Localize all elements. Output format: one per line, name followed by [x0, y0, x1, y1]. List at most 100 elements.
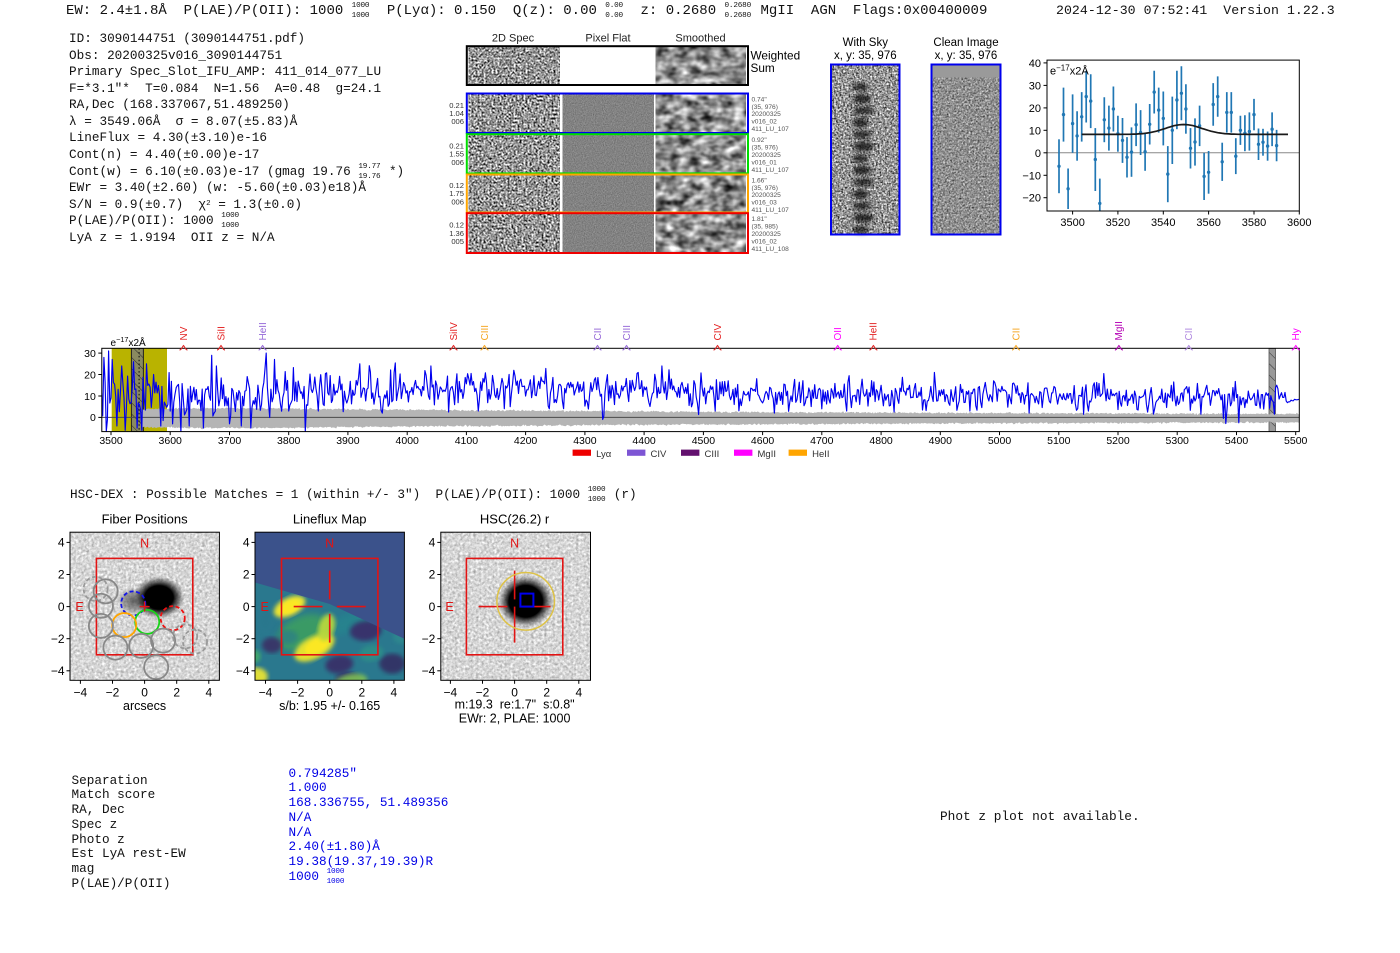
svg-text:With Sky: With Sky	[843, 37, 889, 49]
svg-text:N: N	[140, 537, 149, 551]
svg-text:3560: 3560	[1196, 217, 1220, 229]
svg-text:(35, 976): (35, 976)	[752, 185, 778, 192]
svg-text:(35, 976): (35, 976)	[752, 104, 778, 111]
svg-text:EWr: 2, PLAE: 1000: EWr: 2, PLAE: 1000	[459, 712, 571, 726]
svg-text:CIV: CIV	[651, 449, 668, 460]
svg-text:CIV: CIV	[713, 324, 724, 341]
svg-text:30: 30	[1029, 80, 1041, 92]
svg-text:3520: 3520	[1106, 217, 1130, 229]
svg-text:Lyα: Lyα	[596, 449, 612, 460]
svg-text:5400: 5400	[1225, 435, 1249, 447]
svg-text:SiIV: SiIV	[449, 322, 460, 341]
svg-text:4600: 4600	[751, 435, 775, 447]
svg-text:v016_01: v016_01	[752, 159, 778, 166]
svg-text:s/b: 1.95 +/- 0.165: s/b: 1.95 +/- 0.165	[279, 699, 380, 713]
svg-text:N: N	[325, 537, 334, 551]
svg-text:−2: −2	[422, 632, 436, 646]
svg-text:20200325: 20200325	[752, 192, 782, 199]
svg-text:20200325: 20200325	[752, 111, 782, 118]
svg-text:0: 0	[429, 600, 436, 614]
svg-text:0: 0	[58, 600, 65, 614]
svg-text:HeII: HeII	[869, 322, 880, 340]
svg-text:5300: 5300	[1166, 435, 1190, 447]
svg-text:3500: 3500	[1060, 217, 1084, 229]
svg-text:−4: −4	[51, 664, 65, 678]
svg-text:411_LU_107: 411_LU_107	[752, 207, 790, 214]
svg-text:MgII: MgII	[758, 449, 776, 460]
svg-text:Pixel Flat: Pixel Flat	[585, 33, 630, 45]
svg-text:OII: OII	[833, 327, 844, 340]
svg-text:3700: 3700	[218, 435, 242, 447]
svg-text:4800: 4800	[869, 435, 893, 447]
svg-text:2: 2	[173, 686, 180, 700]
svg-text:4: 4	[243, 536, 250, 550]
svg-text:4: 4	[58, 536, 65, 550]
svg-text:e−17x2Å: e−17x2Å	[111, 335, 147, 349]
svg-text:CII: CII	[593, 328, 604, 341]
svg-text:3540: 3540	[1151, 217, 1175, 229]
svg-text:40: 40	[1029, 58, 1041, 70]
svg-text:−2: −2	[106, 686, 120, 700]
svg-text:v016_03: v016_03	[752, 200, 778, 207]
svg-text:(35, 976): (35, 976)	[752, 145, 778, 152]
svg-text:0: 0	[90, 412, 96, 424]
svg-text:30: 30	[84, 348, 96, 360]
svg-text:(35, 985): (35, 985)	[752, 224, 778, 231]
svg-text:E: E	[75, 600, 83, 614]
svg-text:2: 2	[58, 568, 65, 582]
svg-text:CIII: CIII	[480, 325, 491, 341]
svg-text:−4: −4	[259, 686, 273, 700]
svg-text:v016_02: v016_02	[752, 238, 778, 245]
svg-text:−2: −2	[236, 632, 250, 646]
svg-text:3500: 3500	[99, 435, 123, 447]
svg-text:10: 10	[84, 391, 96, 403]
svg-text:x, y: 35, 976: x, y: 35, 976	[834, 50, 897, 62]
svg-text:HeII: HeII	[258, 322, 269, 340]
svg-text:5100: 5100	[1047, 435, 1071, 447]
svg-text:4200: 4200	[514, 435, 538, 447]
svg-text:4100: 4100	[455, 435, 479, 447]
svg-text:4700: 4700	[810, 435, 834, 447]
svg-text:0: 0	[243, 600, 250, 614]
svg-text:Hy: Hy	[1291, 328, 1302, 340]
svg-text:e−17x2Å: e−17x2Å	[1050, 64, 1089, 78]
svg-text:−10: −10	[1022, 170, 1041, 182]
svg-text:v016_02: v016_02	[752, 119, 778, 126]
svg-text:006: 006	[451, 117, 464, 126]
svg-text:5200: 5200	[1106, 435, 1130, 447]
svg-text:−4: −4	[74, 686, 88, 700]
svg-text:−4: −4	[236, 664, 250, 678]
svg-text:005: 005	[451, 237, 464, 246]
svg-text:4: 4	[391, 686, 398, 700]
svg-text:20200325: 20200325	[752, 152, 782, 159]
svg-text:Fiber Positions: Fiber Positions	[102, 512, 188, 527]
svg-text:4900: 4900	[929, 435, 953, 447]
svg-text:HeII: HeII	[812, 449, 829, 460]
svg-text:4000: 4000	[396, 435, 420, 447]
svg-text:3600: 3600	[159, 435, 183, 447]
svg-text:arcsecs: arcsecs	[123, 699, 166, 713]
svg-text:0: 0	[1035, 148, 1041, 160]
svg-text:006: 006	[451, 158, 464, 167]
svg-text:20200325: 20200325	[752, 231, 782, 238]
svg-text:SiII: SiII	[216, 326, 227, 340]
svg-text:0: 0	[141, 686, 148, 700]
svg-text:Smoothed: Smoothed	[675, 33, 725, 45]
svg-text:CIII: CIII	[622, 325, 633, 341]
svg-text:4: 4	[575, 686, 582, 700]
svg-text:4400: 4400	[632, 435, 656, 447]
svg-text:MgII: MgII	[1114, 321, 1125, 340]
svg-text:Sum: Sum	[751, 61, 775, 75]
svg-text:CII: CII	[1011, 328, 1022, 341]
svg-text:1.66": 1.66"	[752, 177, 768, 184]
svg-text:0: 0	[326, 686, 333, 700]
svg-text:x, y: 35, 976: x, y: 35, 976	[935, 50, 998, 62]
svg-text:HSC(26.2) r: HSC(26.2) r	[480, 512, 550, 527]
svg-text:0.74": 0.74"	[752, 96, 768, 103]
svg-text:2: 2	[243, 568, 250, 582]
svg-text:−20: −20	[1022, 193, 1041, 205]
svg-text:4500: 4500	[692, 435, 716, 447]
svg-text:N: N	[510, 537, 519, 551]
svg-text:10: 10	[1029, 125, 1041, 137]
svg-text:006: 006	[451, 197, 464, 206]
